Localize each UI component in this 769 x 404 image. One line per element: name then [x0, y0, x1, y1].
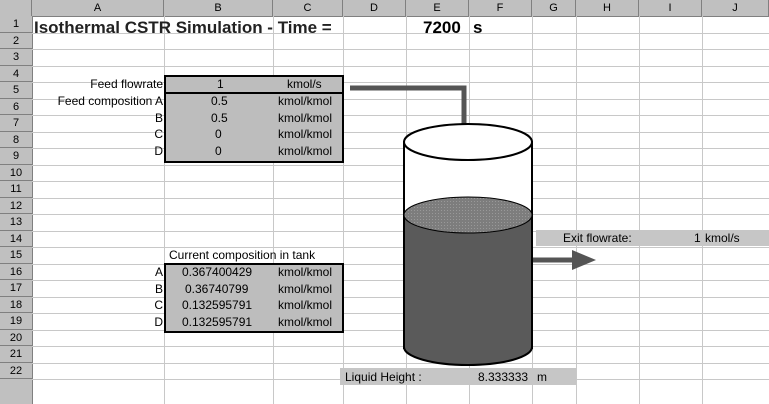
exit-arrow-icon — [572, 250, 596, 270]
spreadsheet: A B C D E F G H I J 1 2 3 4 5 6 7 8 9 10 11 12 13 14 1… — [0, 0, 769, 404]
tank-drawing — [350, 85, 596, 366]
liquid-surface — [403, 196, 533, 234]
tank-top-rim — [403, 123, 533, 161]
tank-liquid — [403, 214, 533, 366]
